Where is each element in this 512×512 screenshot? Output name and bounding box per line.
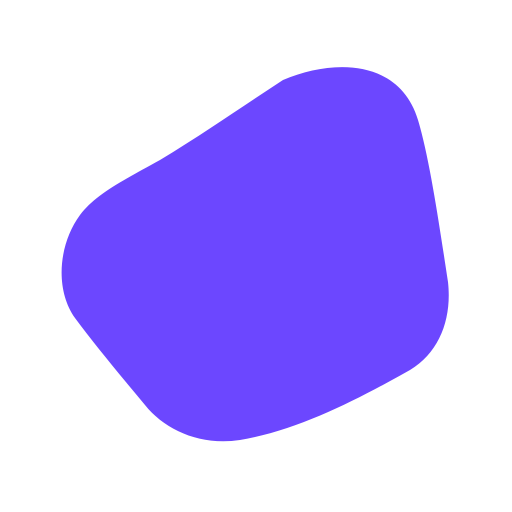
blob-illustration: [61, 67, 449, 442]
canvas: [0, 0, 512, 512]
blob-shape: [61, 67, 449, 442]
